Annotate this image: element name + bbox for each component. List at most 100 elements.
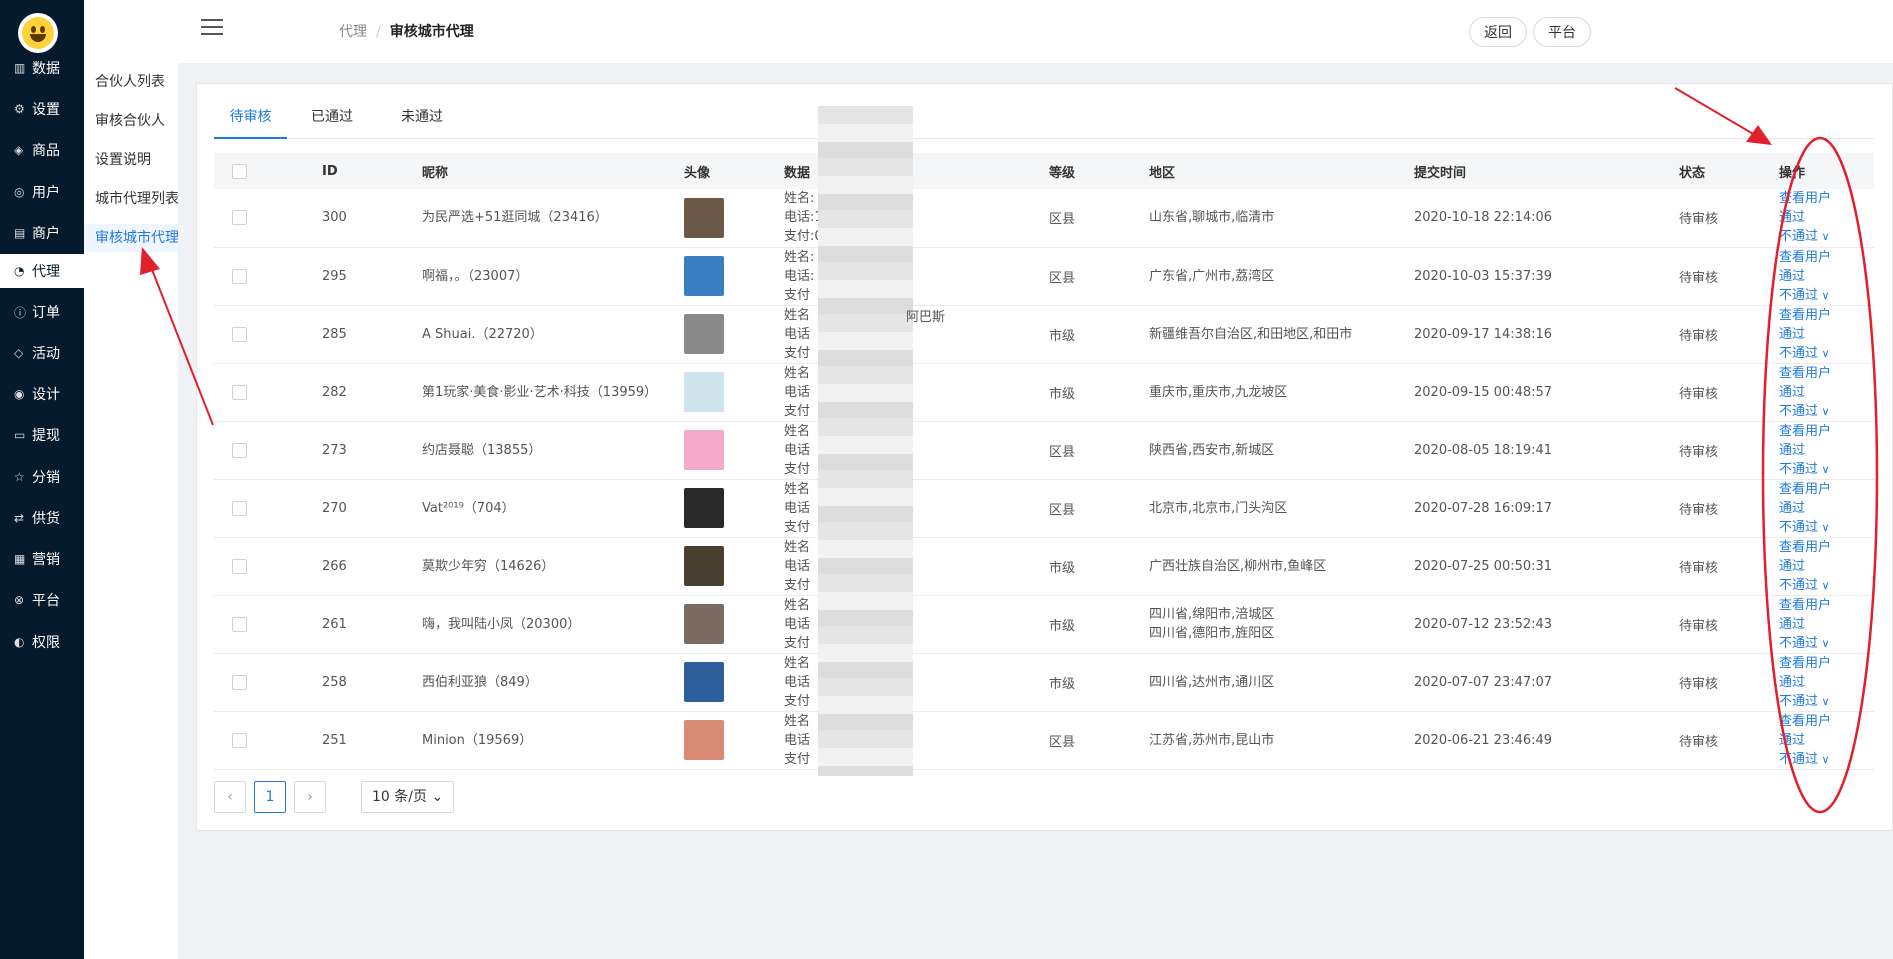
sidebar-item-3[interactable]: ◈ 商品 [0, 133, 84, 167]
sidebar-item-14[interactable]: ⊗ 平台 [0, 583, 84, 617]
reject-dropdown[interactable]: 不通过 [1779, 750, 1874, 769]
page-size-select[interactable]: 10 条/页 ⌄ [361, 781, 455, 813]
view-user-link[interactable]: 查看用户 [1779, 306, 1874, 325]
cell-region: 北京市,北京市,门头沟区 [1149, 500, 1288, 516]
sidebar-item-4[interactable]: ◎ 用户 [0, 175, 84, 209]
pagination: ‹ 1 › 10 条/页 ⌄ [214, 781, 455, 813]
reject-dropdown[interactable]: 不通过 [1779, 634, 1874, 653]
logo[interactable] [18, 13, 58, 53]
sidebar-item-label: 设置 [32, 102, 60, 118]
cell-status: 待审核 [1679, 270, 1719, 286]
approve-link[interactable]: 通过 [1779, 557, 1874, 576]
avatar [684, 197, 724, 238]
sidebar-item-13[interactable]: ▦ 营销 [0, 542, 84, 576]
view-user-link[interactable]: 查看用户 [1779, 596, 1874, 615]
cell-level: 市级 [1049, 676, 1076, 692]
sidebar-item-11[interactable]: ☆ 分销 [0, 460, 84, 494]
reject-dropdown[interactable]: 不通过 [1779, 402, 1874, 421]
cell-region: 重庆市,重庆市,九龙坡区 [1149, 384, 1288, 400]
approve-link[interactable]: 通过 [1779, 208, 1874, 227]
approve-link[interactable]: 通过 [1779, 383, 1874, 402]
sidebar-item-5[interactable]: ▤ 商户 [0, 216, 84, 250]
row-checkbox[interactable] [232, 384, 247, 400]
table-row: 273 约店聂聪（13855） 姓名 电话 支付 区县 陕西省,西安市,新城区 … [214, 421, 1874, 479]
row-checkbox[interactable] [232, 326, 247, 342]
cell-nickname: 第1玩家·美食·影业·艺术·科技（13959） [422, 384, 658, 400]
subnav-item-4[interactable]: 城市代理列表 [84, 185, 178, 213]
breadcrumb-parent[interactable]: 代理 [339, 24, 367, 40]
reject-dropdown[interactable]: 不通过 [1779, 286, 1874, 305]
row-checkbox[interactable] [232, 442, 247, 458]
reject-dropdown[interactable]: 不通过 [1779, 460, 1874, 479]
cell-actions: 查看用户 通过 不通过 [1779, 654, 1874, 711]
view-user-link[interactable]: 查看用户 [1779, 480, 1874, 499]
sidebar-item-7[interactable]: ⓘ 订单 [0, 295, 84, 329]
sidebar-item-2[interactable]: ⚙ 设置 [0, 92, 84, 126]
platform-button[interactable]: 平台 [1533, 17, 1591, 47]
cell-submit-time: 2020-09-15 00:48:57 [1414, 384, 1553, 400]
approve-link[interactable]: 通过 [1779, 615, 1874, 634]
cell-id: 251 [322, 732, 347, 748]
sidebar-item-1[interactable]: ▥ 数据 [0, 51, 84, 85]
sidebar-item-9[interactable]: ◉ 设计 [0, 377, 84, 411]
avatar [684, 256, 724, 296]
tag-icon: ◇ [14, 346, 24, 360]
reject-dropdown[interactable]: 不通过 [1779, 692, 1874, 711]
row-checkbox[interactable] [232, 500, 247, 516]
view-user-link[interactable]: 查看用户 [1779, 422, 1874, 441]
approve-link[interactable]: 通过 [1779, 267, 1874, 286]
row-checkbox[interactable] [232, 674, 247, 690]
view-user-link[interactable]: 查看用户 [1779, 189, 1874, 208]
sidebar-item-8[interactable]: ◇ 活动 [0, 336, 84, 370]
subnav-item-5[interactable]: 审核城市代理 [84, 224, 178, 252]
sidebar-item-15[interactable]: ◐ 权限 [0, 625, 84, 659]
sidebar-item-label: 商品 [32, 143, 60, 159]
approve-link[interactable]: 通过 [1779, 441, 1874, 460]
cell-region: 山东省,聊城市,临清市 [1149, 210, 1275, 226]
info-icon: ⓘ [14, 305, 27, 320]
col-id: ID [322, 163, 338, 179]
avatar [684, 430, 724, 470]
row-checkbox[interactable] [232, 616, 247, 632]
approve-link[interactable]: 通过 [1779, 673, 1874, 692]
tab-pending[interactable]: 待审核 [214, 102, 287, 139]
cell-level: 区县 [1049, 734, 1076, 750]
view-user-link[interactable]: 查看用户 [1779, 538, 1874, 557]
row-checkbox[interactable] [232, 558, 247, 574]
table-row: 285 A Shuai.（22720） 姓名 电话 支付 市级 新疆维吾尔自治区… [214, 305, 1874, 363]
row-checkbox[interactable] [232, 732, 247, 748]
select-all-checkbox[interactable] [232, 163, 247, 179]
back-button[interactable]: 返回 [1469, 17, 1527, 47]
sidebar-item-6[interactable]: ◔ 代理 [0, 254, 84, 288]
menu-toggle-icon[interactable] [201, 19, 223, 37]
row-checkbox[interactable] [232, 210, 247, 226]
reject-dropdown[interactable]: 不通过 [1779, 344, 1874, 363]
gear-icon: ⚙ [14, 102, 25, 116]
approve-link[interactable]: 通过 [1779, 731, 1874, 750]
reject-dropdown[interactable]: 不通过 [1779, 227, 1874, 246]
cell-actions: 查看用户 通过 不通过 [1779, 712, 1874, 769]
view-user-link[interactable]: 查看用户 [1779, 364, 1874, 383]
approve-link[interactable]: 通过 [1779, 499, 1874, 518]
cell-level: 区县 [1049, 502, 1076, 518]
reject-dropdown[interactable]: 不通过 [1779, 518, 1874, 537]
prev-page-button[interactable]: ‹ [214, 781, 246, 813]
row-checkbox[interactable] [232, 268, 247, 284]
next-page-button[interactable]: › [294, 781, 326, 813]
view-user-link[interactable]: 查看用户 [1779, 248, 1874, 267]
view-user-link[interactable]: 查看用户 [1779, 654, 1874, 673]
primary-sidebar: ▥ 数据 ⚙ 设置 ◈ 商品 ◎ 用户 ▤ 商户 ◔ 代理 ⓘ 订单 ◇ 活动 ◉ 设计 ▭ 提现 ☆ 分销 ⇄ 供货 ▦ 营销 ⊗… [0, 0, 84, 959]
page-1-button[interactable]: 1 [254, 781, 286, 813]
cell-level: 区县 [1049, 270, 1076, 286]
view-user-link[interactable]: 查看用户 [1779, 712, 1874, 731]
subnav-item-2[interactable]: 审核合伙人 [84, 107, 178, 135]
cell-submit-time: 2020-07-07 23:47:07 [1414, 674, 1553, 690]
tab-rejected[interactable]: 未通过 [389, 102, 455, 139]
subnav-item-3[interactable]: 设置说明 [84, 146, 178, 174]
subnav-item-1[interactable]: 合伙人列表 [84, 68, 178, 96]
approve-link[interactable]: 通过 [1779, 325, 1874, 344]
reject-dropdown[interactable]: 不通过 [1779, 576, 1874, 595]
tab-approved[interactable]: 已通过 [299, 102, 365, 139]
sidebar-item-12[interactable]: ⇄ 供货 [0, 501, 84, 535]
sidebar-item-10[interactable]: ▭ 提现 [0, 418, 84, 452]
